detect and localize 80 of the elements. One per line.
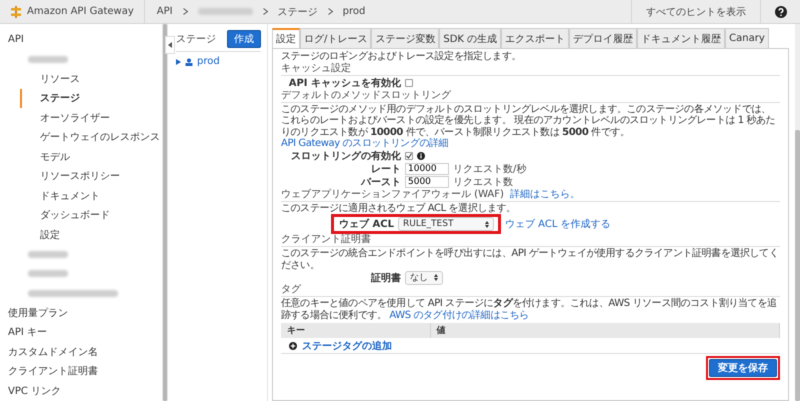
intro-text: ステージのロギングおよびトレース設定を指定します。: [281, 51, 522, 62]
blurred-text: [28, 56, 68, 63]
column-header: 値: [430, 323, 780, 338]
add-icon: [289, 342, 297, 350]
sidebar-item[interactable]: リソース: [20, 69, 162, 88]
section-heading: タグ: [281, 284, 780, 297]
field-label: API キャッシュを有効化: [288, 76, 401, 90]
create-acl-link[interactable]: ウェブ ACL を作成する: [505, 217, 611, 231]
docs-link[interactable]: API Gateway のスロットリングの詳細: [281, 138, 448, 149]
throttling-description: このステージのメソッド用のデフォルトのスロットリングレベルを選択します。このステージの各メソッドでは、これらのレートおよびバーストの設定を優先します。 現在のアカウントレベルのスロットリングレートは 1 秒あたりのリクエスト数が 10000 件で、バースト制限リクエスト数は 5000 件です。 API Gateway のスロットリングの詳細: [281, 104, 776, 150]
blurred-text: [28, 250, 68, 258]
sidebar-item[interactable]: モデル: [20, 147, 162, 166]
sidebar-item[interactable]: オーソライザー: [20, 108, 162, 128]
field-label: ウェブ ACL: [338, 218, 394, 231]
section-heading: デフォルトのメソッドスロットリング: [281, 90, 780, 102]
sidebar-item[interactable]: ゲートウェイのレスポンス: [20, 128, 162, 147]
sidebar-item[interactable]: API キー: [6, 322, 162, 342]
section-heading: クライアント証明書: [281, 234, 780, 247]
select-arrows-icon: [485, 220, 489, 228]
tags-description: 任意のキーと値のペアを使用して API ステージにタグを付けます。これは、AWS リソース間のコスト割り当てを追跡する場合に便利です。 AWS のタグ付けの詳細はこちら: [281, 298, 778, 321]
checkbox[interactable]: [405, 152, 413, 160]
select-arrows-icon: [434, 274, 438, 281]
unit-label: リクエスト数/秒: [453, 162, 526, 176]
tab[interactable]: 設定: [272, 28, 300, 48]
sidebar-item[interactable]: リソースポリシー: [20, 166, 162, 186]
tab[interactable]: エクスポート: [501, 28, 570, 48]
sidebar-item[interactable]: ドキュメント: [20, 186, 162, 206]
save-button[interactable]: 変更を保存: [709, 359, 777, 377]
column-header: キー: [281, 323, 431, 338]
field-label: スロットリングの有効化: [290, 150, 401, 163]
scrollbar[interactable]: [795, 130, 800, 401]
certificate-select[interactable]: なし: [405, 270, 443, 284]
burst-input[interactable]: 5000: [405, 176, 449, 188]
details-link[interactable]: 詳細はこちら。: [510, 188, 580, 200]
blurred-text: [28, 270, 68, 278]
breadcrumb-link[interactable]: prod: [342, 6, 366, 17]
sidebar-item[interactable]: ダッシュボード: [20, 206, 162, 225]
web-acl-select[interactable]: RULE_TEST: [398, 217, 494, 231]
stage-icon: [185, 58, 193, 66]
stage-item[interactable]: prod: [176, 56, 261, 67]
info-icon[interactable]: [417, 152, 425, 160]
waf-description: このステージに適用されるウェブ ACL を選択します。: [281, 202, 517, 214]
logo-icon: [10, 6, 22, 18]
checkbox[interactable]: [405, 79, 413, 87]
breadcrumb-link[interactable]: API: [156, 6, 173, 17]
collapse-button[interactable]: [165, 36, 175, 54]
sidebar-item[interactable]: クライアント証明書: [6, 362, 162, 381]
tab[interactable]: ログ/トレース: [300, 28, 372, 48]
breadcrumb-link[interactable]: ステージ: [278, 4, 318, 18]
sidebar-item[interactable]: 使用量プラン: [6, 303, 162, 322]
sidebar-item[interactable]: API: [6, 30, 162, 50]
tab[interactable]: デプロイ履歴: [569, 28, 638, 48]
panel-title: ステージ: [176, 33, 216, 46]
sidebar-item[interactable]: カスタムドメイン名: [6, 342, 162, 362]
tab[interactable]: ドキュメント履歴: [637, 28, 726, 48]
unit-label: リクエスト数: [453, 176, 513, 188]
field-label: 証明書: [370, 272, 401, 284]
chevron-icon: [182, 8, 188, 15]
add-tag-link[interactable]: ステージタグの追加: [302, 338, 392, 352]
tab[interactable]: SDK の生成: [439, 28, 502, 48]
chevron-icon: [328, 8, 333, 15]
section-heading: ウェブアプリケーションファイアウォール (WAF): [281, 188, 504, 200]
field-label: レート: [370, 163, 401, 176]
tab[interactable]: ステージ変数: [371, 28, 440, 48]
sidebar-item[interactable]: VPC リンク: [6, 381, 162, 400]
docs-link[interactable]: AWS のタグ付けの詳細はこちら: [389, 310, 529, 320]
help-icon[interactable]: [774, 6, 786, 18]
rate-input[interactable]: 10000: [405, 163, 449, 175]
blurred-text: [198, 8, 253, 15]
tab[interactable]: Canary: [725, 28, 769, 48]
show-hints-button[interactable]: すべてのヒントを表示: [631, 0, 760, 23]
expand-icon: [176, 58, 181, 64]
certificate-description: このステージの統合エンドポイントを呼び出すには、API ゲートウェイが使用するクライアント証明書を選択してください。: [281, 248, 780, 271]
sidebar-item[interactable]: 設定: [20, 225, 162, 244]
scrollbar[interactable]: [163, 24, 167, 401]
field-label: バースト: [360, 176, 401, 189]
section-heading: キャッシュ設定: [281, 62, 780, 76]
create-button[interactable]: 作成: [227, 30, 261, 48]
product-name: Amazon API Gateway: [27, 6, 134, 17]
chevron-icon: [262, 8, 268, 15]
